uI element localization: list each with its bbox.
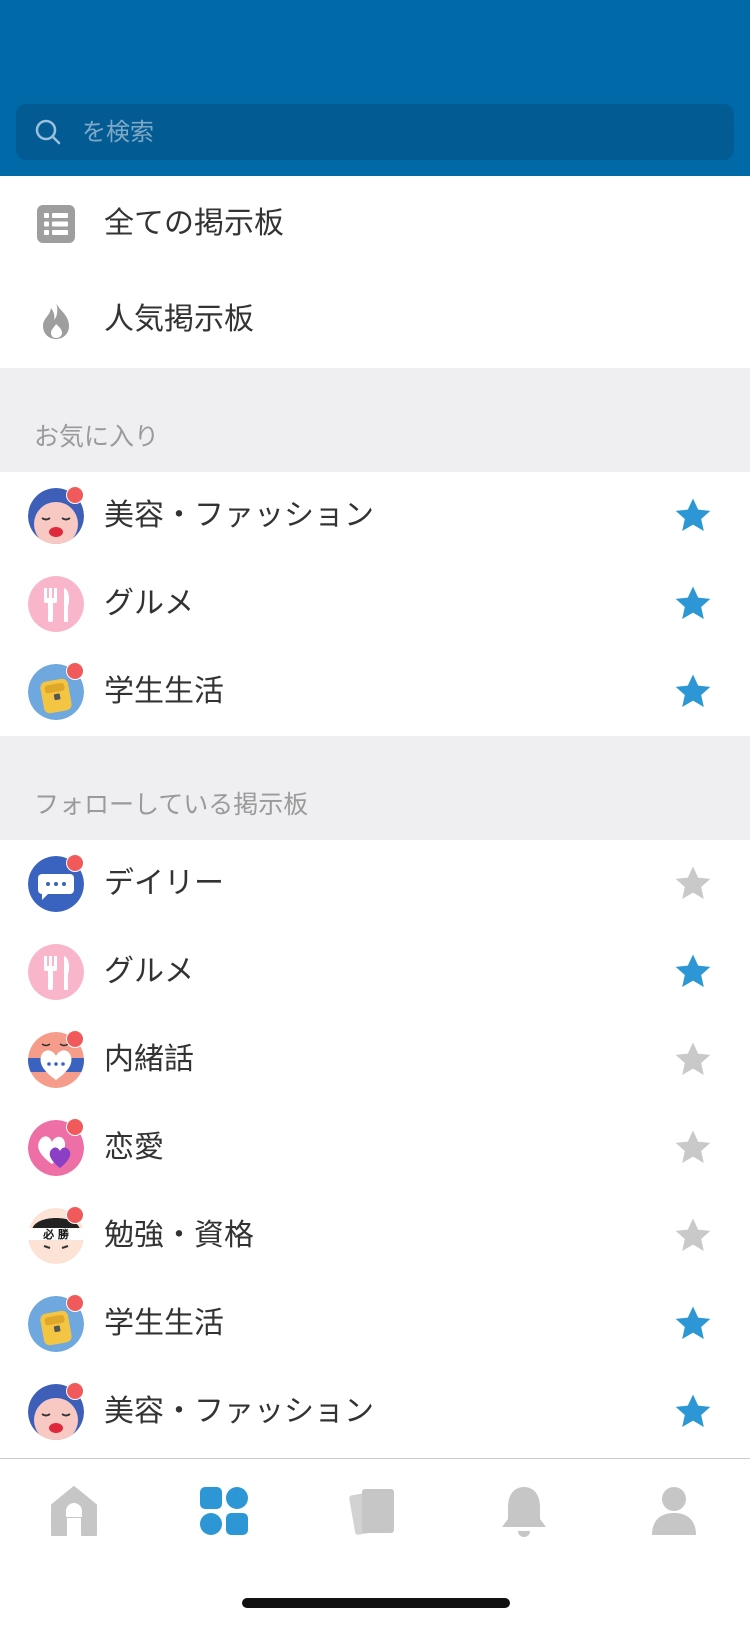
board-row[interactable]: 美容・ファッション — [0, 1368, 750, 1456]
star-icon[interactable] — [672, 1392, 714, 1432]
all-boards-label: 全ての掲示板 — [104, 206, 284, 241]
board-label: 美容・ファッション — [104, 498, 374, 533]
board-label: 勉強・資格 — [104, 1218, 254, 1253]
star-icon[interactable] — [672, 672, 714, 712]
unread-badge — [66, 1294, 84, 1312]
unread-badge — [66, 486, 84, 504]
search-icon — [35, 119, 61, 145]
home-indicator — [242, 1598, 510, 1608]
search-bar[interactable]: を検索 — [16, 104, 734, 160]
star-icon[interactable] — [672, 584, 714, 624]
board-label: 美容・ファッション — [104, 1394, 374, 1429]
unread-badge — [66, 1030, 84, 1048]
all-boards-row[interactable]: 全ての掲示板 — [0, 176, 750, 272]
list-icon — [37, 205, 75, 243]
board-row[interactable]: グルメ — [0, 560, 750, 648]
board-label: グルメ — [104, 954, 194, 989]
unread-badge — [66, 1382, 84, 1400]
study-avatar-text: 必 勝 — [42, 1227, 70, 1241]
flame-icon — [43, 302, 69, 339]
unread-badge — [66, 854, 84, 872]
board-label: 内緒話 — [104, 1042, 194, 1077]
search-input[interactable]: を検索 — [82, 116, 154, 148]
grid-icon[interactable] — [194, 1481, 254, 1541]
board-row[interactable]: 必 勝 勉強・資格 — [0, 1192, 750, 1280]
cards-icon[interactable] — [344, 1481, 404, 1541]
star-icon[interactable] — [672, 1128, 714, 1168]
unread-badge — [66, 1118, 84, 1136]
popular-boards-label: 人気掲示板 — [104, 302, 254, 337]
board-label: 学生生活 — [104, 674, 224, 709]
board-label: デイリー — [104, 866, 224, 901]
following-section-title: フォローしている掲示板 — [34, 790, 309, 819]
person-icon[interactable] — [644, 1481, 704, 1541]
board-row[interactable]: 内緒話 — [0, 1016, 750, 1104]
unread-badge — [66, 662, 84, 680]
app-header: を検索 — [0, 0, 750, 176]
favorites-section-title: お気に入り — [34, 422, 160, 451]
board-row[interactable]: デイリー — [0, 840, 750, 928]
bell-icon[interactable] — [494, 1481, 554, 1541]
board-row[interactable]: 恋愛 — [0, 1104, 750, 1192]
board-label: 学生生活 — [104, 1306, 224, 1341]
board-label: グルメ — [104, 586, 194, 621]
star-icon[interactable] — [672, 1040, 714, 1080]
gourmet-avatar-icon — [28, 576, 84, 632]
board-row[interactable]: 学生生活 — [0, 648, 750, 736]
gourmet-avatar-icon — [28, 944, 84, 1000]
popular-boards-row[interactable]: 人気掲示板 — [0, 272, 750, 368]
star-icon[interactable] — [672, 1216, 714, 1256]
home-icon[interactable] — [44, 1481, 104, 1541]
board-row[interactable]: グルメ — [0, 928, 750, 1016]
star-icon[interactable] — [672, 1304, 714, 1344]
star-icon[interactable] — [672, 952, 714, 992]
star-icon[interactable] — [672, 864, 714, 904]
board-label: 恋愛 — [104, 1130, 164, 1165]
board-row[interactable]: 美容・ファッション — [0, 472, 750, 560]
unread-badge — [66, 1206, 84, 1224]
following-section-header: フォローしている掲示板 — [0, 736, 750, 840]
board-row[interactable]: 学生生活 — [0, 1280, 750, 1368]
favorites-section-header: お気に入り — [0, 368, 750, 472]
star-icon[interactable] — [672, 496, 714, 536]
